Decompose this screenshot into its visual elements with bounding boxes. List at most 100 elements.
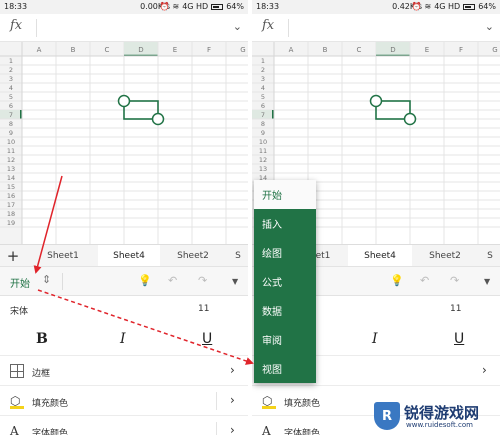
watermark-title: 锐得游戏网 [404,404,480,422]
row-label: 5 [9,93,13,101]
row-label: 9 [261,129,265,137]
redo-icon[interactable]: ↷ [198,274,207,287]
row-label: 2 [9,66,13,74]
chevron-right-icon[interactable]: › [230,393,235,407]
bold-button[interactable]: B [36,331,48,347]
fill-color-row[interactable]: ⬡ 填充颜色 › [0,386,248,416]
row-label: 6 [261,102,265,110]
underline-button[interactable]: U [454,331,464,347]
row-label: 10 [7,138,15,146]
sheet-tab[interactable]: Sheet2 [412,245,478,267]
sheet-tab[interactable]: Sheet1 [28,245,98,267]
column-label: C [357,46,362,54]
menu-item-review[interactable]: 审阅 [254,325,316,354]
column-label: F [459,46,463,54]
menu-item-draw[interactable]: 绘图 [254,238,316,267]
selection-handle-end [151,112,165,126]
grid-canvas[interactable]: ABCDEFG12345678910111213141516171819 [0,42,248,244]
sheet-tab-partial[interactable]: S [480,245,500,267]
font-size[interactable]: 11 [450,304,461,314]
sheet-tab-partial[interactable]: S [228,245,248,267]
row-label: 7 [9,111,13,119]
watermark-logo: R 锐得游戏网 www.ruidesoft.com [370,399,498,433]
border-label: 边框 [32,369,51,379]
font-color-icon: A [10,424,19,435]
fill-color-label: 填充颜色 [284,399,321,409]
ribbon-tab-selector[interactable]: 开始 [10,275,30,290]
sheet-tab-active[interactable]: Sheet4 [98,245,160,267]
menu-item-data[interactable]: 数据 [254,296,316,325]
row-label: 7 [261,111,265,119]
row-label: 12 [7,156,15,164]
column-label: A [37,46,42,54]
row-label: 8 [261,120,265,128]
status-time: 18:33 [4,2,28,11]
font-size[interactable]: 11 [198,304,209,314]
row-label: 14 [7,174,15,182]
italic-button[interactable]: I [372,331,378,347]
column-label: B [71,46,76,54]
row-label: 4 [261,84,265,92]
row-label: 11 [7,147,15,155]
sheet-tab[interactable]: Sheet2 [160,245,226,267]
font-name[interactable]: 宋体 [10,304,28,317]
undo-icon[interactable]: ↶ [420,274,429,287]
column-label: F [207,46,211,54]
menu-item-home[interactable]: 开始 [254,180,316,209]
add-sheet-button[interactable]: + [0,245,26,267]
row-label: 18 [7,210,15,218]
underline-button[interactable]: U [202,331,212,347]
menu-item-view[interactable]: 视图 [254,354,316,383]
screenshot-root: 18:33 0.00K/s ⏰ ≋ 4G HD 64% fx ⌄ A B C D E F G… [0,0,500,435]
spreadsheet-grid[interactable]: ABCDEFG12345678910111213141516171819 [0,42,248,244]
redo-icon[interactable]: ↷ [450,274,459,287]
menu-item-formulas[interactable]: 公式 [254,267,316,296]
fx-icon[interactable]: fx [10,18,22,33]
selection-handle-end [403,112,417,126]
row-label: 11 [259,147,267,155]
chevron-right-icon[interactable]: › [230,423,235,435]
sheet-tab-bar: + Sheet1 Sheet4 Sheet2 S [0,244,248,267]
row-label: 10 [259,138,267,146]
sheet-tab-active[interactable]: Sheet4 [348,245,412,267]
selection-handle-start [369,94,383,108]
row-label: 3 [261,75,265,83]
chevron-down-icon[interactable]: ⌄ [485,20,494,33]
font-row[interactable]: 宋体 11 [0,296,248,324]
wifi-icon: ≋ [424,2,432,11]
chevron-down-icon[interactable]: ⌄ [233,20,242,33]
alarm-icon: ⏰ [159,2,170,11]
font-color-row[interactable]: A 字体颜色 › [0,416,248,435]
lightbulb-icon[interactable]: 💡 [138,274,152,287]
collapse-toolbar-icon[interactable]: ▼ [484,277,490,286]
status-network: 4G HD [434,2,461,11]
chevron-right-icon[interactable]: › [482,363,487,377]
format-buttons-row: B I U [0,324,248,356]
column-label: A [289,46,294,54]
fx-icon[interactable]: fx [262,18,274,33]
right-phone-screen: 18:33 0.42K/s ⏰ ≋ 4G HD 64% fx ⌄ A B C D E F G… [252,0,500,435]
status-network: 4G HD [182,2,209,11]
italic-button[interactable]: I [120,331,126,347]
row-label: 19 [7,219,15,227]
battery-icon [463,3,476,10]
undo-icon[interactable]: ↶ [168,274,177,287]
formula-bar[interactable]: fx ⌄ [0,14,248,42]
fill-color-label: 填充颜色 [32,399,69,409]
row-label: 4 [9,84,13,92]
chevron-right-icon[interactable]: › [230,363,235,377]
collapse-toolbar-icon[interactable]: ▼ [232,277,238,286]
menu-item-insert[interactable]: 插入 [254,209,316,238]
border-row[interactable]: 边框 › [0,356,248,386]
lightbulb-icon[interactable]: 💡 [390,274,404,287]
wifi-icon: ≋ [172,2,180,11]
formula-bar[interactable]: fx ⌄ [252,14,500,42]
selection-handle-start [117,94,131,108]
row-label: 6 [9,102,13,110]
swap-updown-icon[interactable]: ⇕ [42,273,51,286]
column-label: D [390,46,395,54]
shield-logo-icon: R [374,402,400,430]
fill-color-icon: ⬡ [262,394,276,409]
column-label: G [240,46,245,54]
row-label: 2 [261,66,265,74]
